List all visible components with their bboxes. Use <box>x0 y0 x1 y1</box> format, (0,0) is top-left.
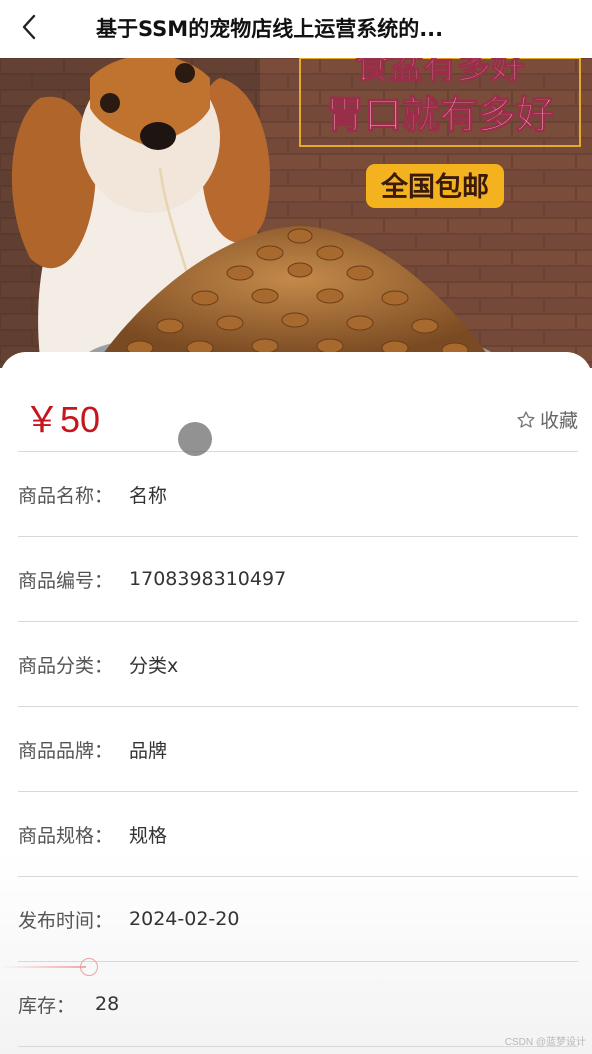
star-outline-icon <box>516 410 536 430</box>
attr-row-publish-date: 发布时间： 2024-02-20 <box>18 877 578 962</box>
product-attribute-list: 商品名称： 名称 商品编号： 1708398310497 商品分类： 分类x 商… <box>18 452 578 1047</box>
attr-label: 商品规格： <box>18 824 114 847</box>
back-button[interactable] <box>12 12 46 46</box>
attr-value: 品牌 <box>129 739 168 762</box>
chevron-left-icon <box>19 13 39 45</box>
attr-value: 28 <box>95 993 120 1015</box>
attr-value: 分类x <box>129 654 179 677</box>
attr-row-spec: 商品规格： 规格 <box>18 792 578 877</box>
page-title: 基于SSM的宠物店线上运营系统的... <box>96 17 444 41</box>
attr-value: 名称 <box>129 484 168 507</box>
price-row: ￥50 收藏 <box>18 388 578 452</box>
watermark: CSDN @蓝梦设计 <box>504 1037 586 1048</box>
product-info-card: ￥50 收藏 商品名称： 名称 商品编号： 1708398310497 商品分类… <box>0 352 592 1054</box>
attr-value: 2024-02-20 <box>129 908 240 930</box>
attr-row-name: 商品名称： 名称 <box>18 452 578 537</box>
attr-row-brand: 商品品牌： 品牌 <box>18 707 578 792</box>
attr-label: 商品分类： <box>18 654 114 677</box>
top-nav-bar: 基于SSM的宠物店线上运营系统的... <box>0 0 592 58</box>
attr-row-category: 商品分类： 分类x <box>18 622 578 707</box>
attr-label: 商品品牌： <box>18 739 114 762</box>
touch-indicator <box>178 422 212 456</box>
product-banner-image[interactable]: 食盆有多好 胃口就有多好 全国包邮 <box>0 58 592 368</box>
product-price: ￥50 <box>24 399 101 440</box>
product-detail-page: 基于SSM的宠物店线上运营系统的... 食盆有多好 胃口就有多好 全国包邮 ￥5… <box>0 0 592 1054</box>
attr-label: 库存： <box>18 994 76 1017</box>
attr-row-code: 商品编号： 1708398310497 <box>18 537 578 622</box>
attr-label: 商品编号： <box>18 569 114 592</box>
banner-slogan-line1: 食盆有多好 <box>355 58 525 87</box>
attr-value: 1708398310497 <box>129 568 287 590</box>
attr-value: 规格 <box>129 824 168 847</box>
banner-shipping-badge: 全国包邮 <box>380 171 489 203</box>
favorite-button[interactable]: 收藏 <box>516 406 578 433</box>
favorite-label: 收藏 <box>539 410 578 432</box>
attr-label: 发布时间： <box>18 909 114 932</box>
banner-slogan-line2: 胃口就有多好 <box>326 93 554 137</box>
scroll-indicator-ring <box>80 958 98 976</box>
attr-row-stock: 库存： 28 <box>18 962 578 1047</box>
attr-label: 商品名称： <box>18 484 114 507</box>
scroll-indicator-line <box>0 966 86 968</box>
